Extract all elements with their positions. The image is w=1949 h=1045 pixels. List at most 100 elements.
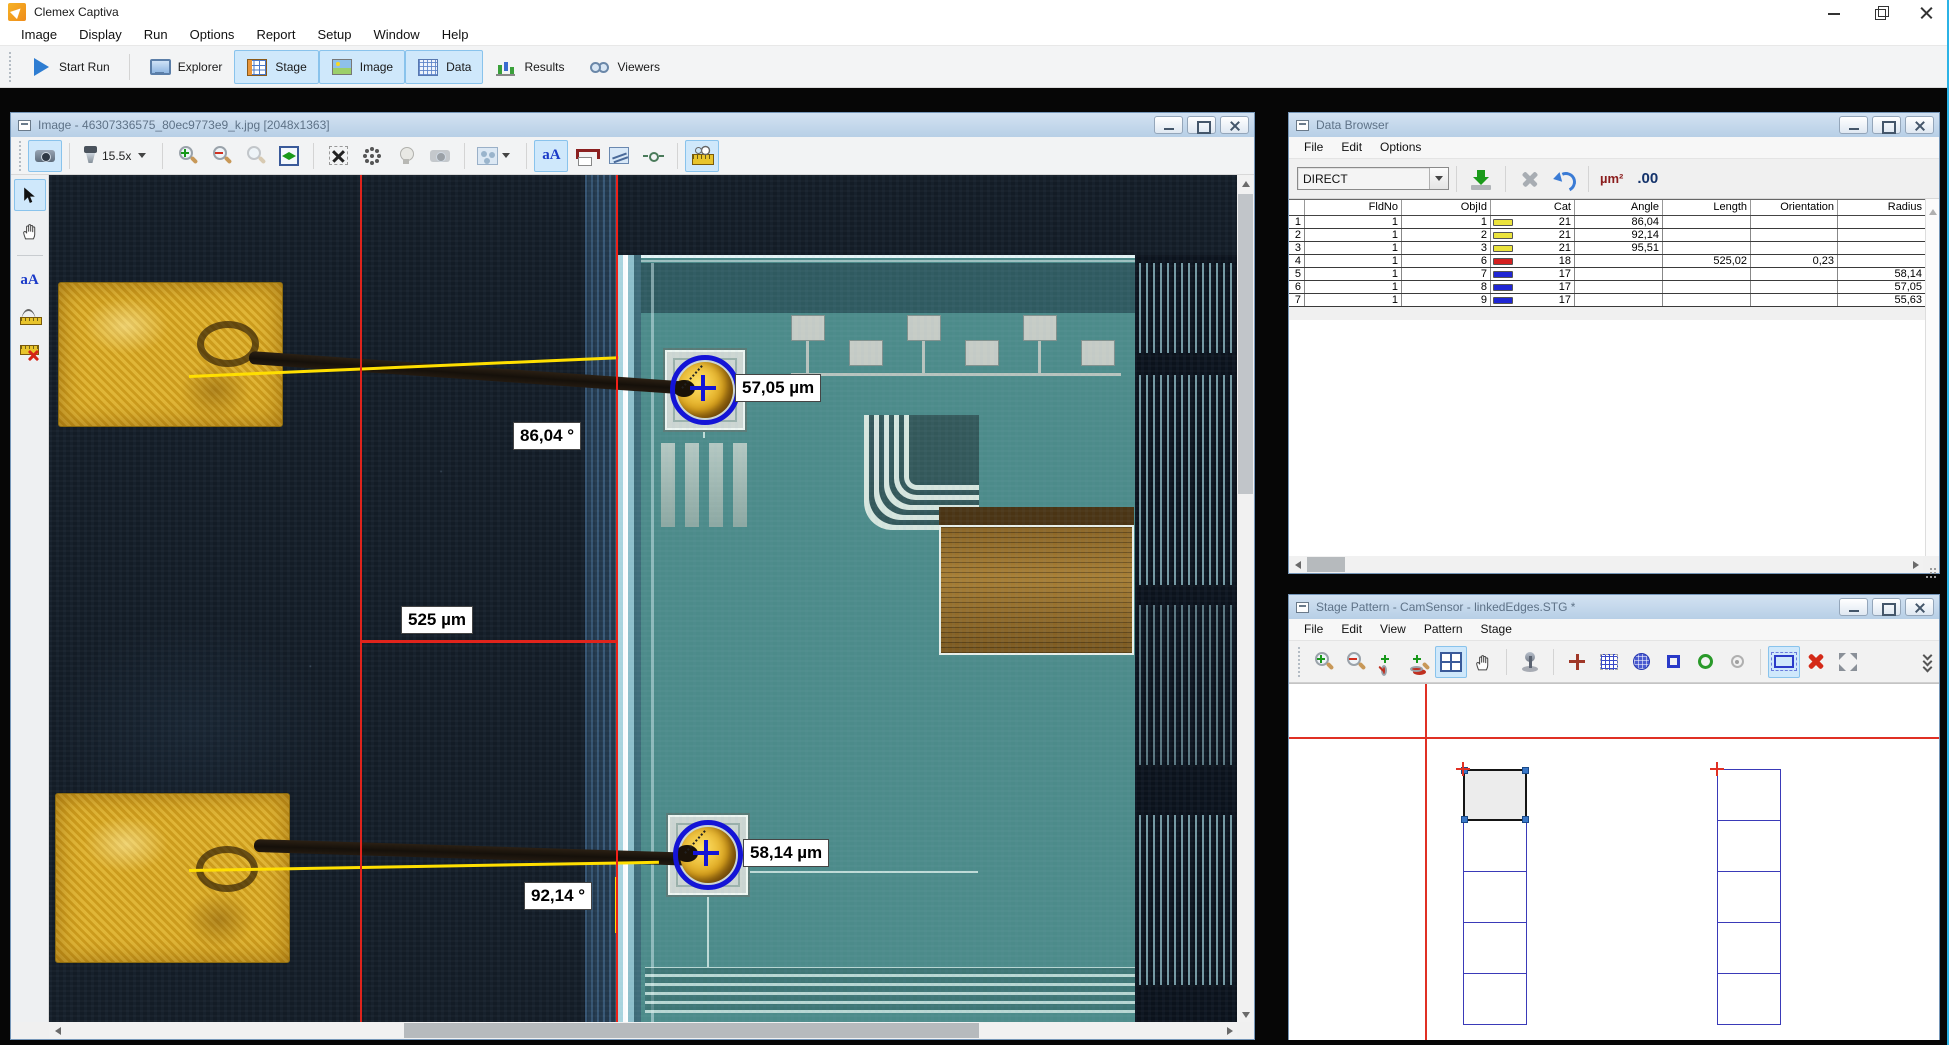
stage-cell[interactable] (1717, 871, 1781, 923)
marker-button[interactable] (1561, 646, 1593, 678)
column-header-angle[interactable]: Angle (1575, 200, 1663, 215)
pan-tool-button[interactable] (14, 215, 46, 247)
stage-cell[interactable] (1463, 973, 1527, 1025)
maximize-button[interactable] (1872, 116, 1901, 134)
table-row[interactable]: 41618525,020,23 (1289, 255, 1925, 268)
close-button[interactable] (1905, 116, 1934, 134)
viewers-button[interactable]: Viewers (576, 50, 671, 84)
table-row[interactable]: 5171758,14 (1289, 268, 1925, 281)
scroll-left-arrow[interactable] (49, 1022, 66, 1039)
point-pattern-button[interactable] (1721, 646, 1753, 678)
maximize-button[interactable] (1872, 598, 1901, 616)
scroll-up-arrow[interactable] (1237, 175, 1254, 192)
pattern-overlay-button[interactable] (472, 140, 519, 172)
stage-pattern-canvas[interactable] (1289, 683, 1939, 1040)
stage-cell[interactable] (1463, 769, 1527, 821)
selection-handle[interactable] (1461, 816, 1468, 823)
fit-to-window-button[interactable] (272, 140, 306, 172)
table-row[interactable]: 6181757,05 (1289, 281, 1925, 294)
table-vertical-scrollbar[interactable] (1925, 199, 1939, 556)
delete-measure-button[interactable] (14, 336, 46, 368)
grid-pattern-button[interactable] (1593, 646, 1625, 678)
sphere-pattern-button[interactable] (1625, 646, 1657, 678)
menu-options[interactable]: Options (179, 24, 246, 45)
length-measure-line-right[interactable] (616, 175, 618, 1022)
scroll-down-arrow[interactable] (1237, 1005, 1254, 1022)
zoom-reset-button[interactable] (238, 140, 272, 172)
menu-display[interactable]: Display (68, 24, 133, 45)
calibration-button[interactable] (355, 140, 389, 172)
menu-report[interactable]: Report (245, 24, 306, 45)
table-row[interactable]: 7191755,63 (1289, 294, 1925, 307)
delete-annotations-button[interactable] (321, 140, 355, 172)
minimize-button[interactable] (1839, 116, 1868, 134)
horizontal-scrollbar[interactable] (1289, 556, 1923, 573)
delete-pattern-button[interactable] (1800, 646, 1832, 678)
selection-handle[interactable] (1522, 816, 1529, 823)
zoom-out-button[interactable] (204, 140, 238, 172)
close-button[interactable] (1903, 0, 1949, 26)
length-measure-line-left[interactable] (360, 175, 362, 1022)
stage-button[interactable]: Stage (234, 50, 318, 84)
width-measure-button[interactable] (568, 140, 602, 172)
zoom-in-button[interactable] (1307, 646, 1339, 678)
text-tool-button[interactable]: aA (14, 264, 46, 296)
stage-cell[interactable] (1717, 922, 1781, 974)
menu-image[interactable]: Image (10, 24, 68, 45)
scroll-right-arrow[interactable] (1220, 1022, 1237, 1039)
stage-cell[interactable] (1463, 871, 1527, 923)
more-tools-button[interactable] (1917, 646, 1939, 678)
relation-dropdown[interactable]: DIRECT (1297, 167, 1449, 190)
menu-setup[interactable]: Setup (306, 24, 362, 45)
stage-cell[interactable] (1463, 820, 1527, 872)
menu-view[interactable]: View (1371, 619, 1415, 640)
close-button[interactable] (1905, 598, 1934, 616)
pan-button[interactable] (1467, 646, 1499, 678)
menu-help[interactable]: Help (431, 24, 480, 45)
ellipse-pattern-button[interactable] (1689, 646, 1721, 678)
explorer-button[interactable]: Explorer (137, 50, 235, 84)
close-button[interactable] (1220, 116, 1249, 134)
column-header-fldno[interactable]: FldNo (1305, 200, 1402, 215)
scroll-left-arrow[interactable] (1289, 556, 1306, 573)
scrollbar-thumb[interactable] (1238, 194, 1253, 494)
menu-file[interactable]: File (1295, 619, 1332, 640)
image-window-title-bar[interactable]: Image - 46307336575_80ec9773e9_k.jpg [20… (11, 113, 1254, 137)
menu-edit[interactable]: Edit (1332, 619, 1371, 640)
illumination-button[interactable] (389, 140, 423, 172)
column-header-orientation[interactable]: Orientation (1751, 200, 1838, 215)
menu-file[interactable]: File (1295, 137, 1332, 158)
zoom-in-button[interactable] (170, 140, 204, 172)
measurement-label-radius-bottom[interactable]: 58,14 µm (743, 839, 829, 867)
expand-button[interactable] (1832, 646, 1864, 678)
dropdown-button[interactable] (1429, 168, 1448, 189)
menu-run[interactable]: Run (133, 24, 179, 45)
profile-button[interactable] (602, 140, 636, 172)
text-annotation-button[interactable]: aA (534, 140, 568, 172)
zoom-point-button[interactable] (1371, 646, 1403, 678)
export-button[interactable] (1464, 163, 1498, 195)
clear-button[interactable] (1513, 163, 1547, 195)
menu-edit[interactable]: Edit (1332, 137, 1371, 158)
table-row[interactable]: 1112186,04 (1289, 216, 1925, 229)
stage-cell[interactable] (1463, 922, 1527, 974)
length-measure-line[interactable] (360, 640, 618, 643)
crosshair-button[interactable] (636, 140, 670, 172)
frame-zoom-button[interactable] (1435, 646, 1467, 678)
radius-annotation-circle[interactable] (673, 820, 743, 890)
resize-grip[interactable] (1923, 556, 1939, 573)
stage-pattern-title-bar[interactable]: Stage Pattern - CamSensor - linkedEdges.… (1289, 595, 1939, 619)
horizontal-scrollbar[interactable] (49, 1022, 1237, 1039)
minimize-button[interactable] (1839, 598, 1868, 616)
data-button[interactable]: Data (405, 50, 483, 84)
unit-label[interactable]: µm² (1600, 171, 1623, 186)
angle-measure-button[interactable] (14, 300, 46, 332)
image-button[interactable]: Image (319, 50, 405, 84)
camera-button[interactable] (28, 140, 62, 172)
square-pattern-button[interactable] (1657, 646, 1689, 678)
minimize-button[interactable] (1811, 0, 1857, 26)
stage-cell[interactable] (1717, 769, 1781, 821)
column-header-objid[interactable]: ObjId (1402, 200, 1491, 215)
microscope-image-canvas[interactable]: 57,05 µm 86,04 ° 525 µm 58,14 µm 92,14 ° (49, 175, 1237, 1022)
radius-annotation-circle[interactable] (670, 355, 740, 425)
